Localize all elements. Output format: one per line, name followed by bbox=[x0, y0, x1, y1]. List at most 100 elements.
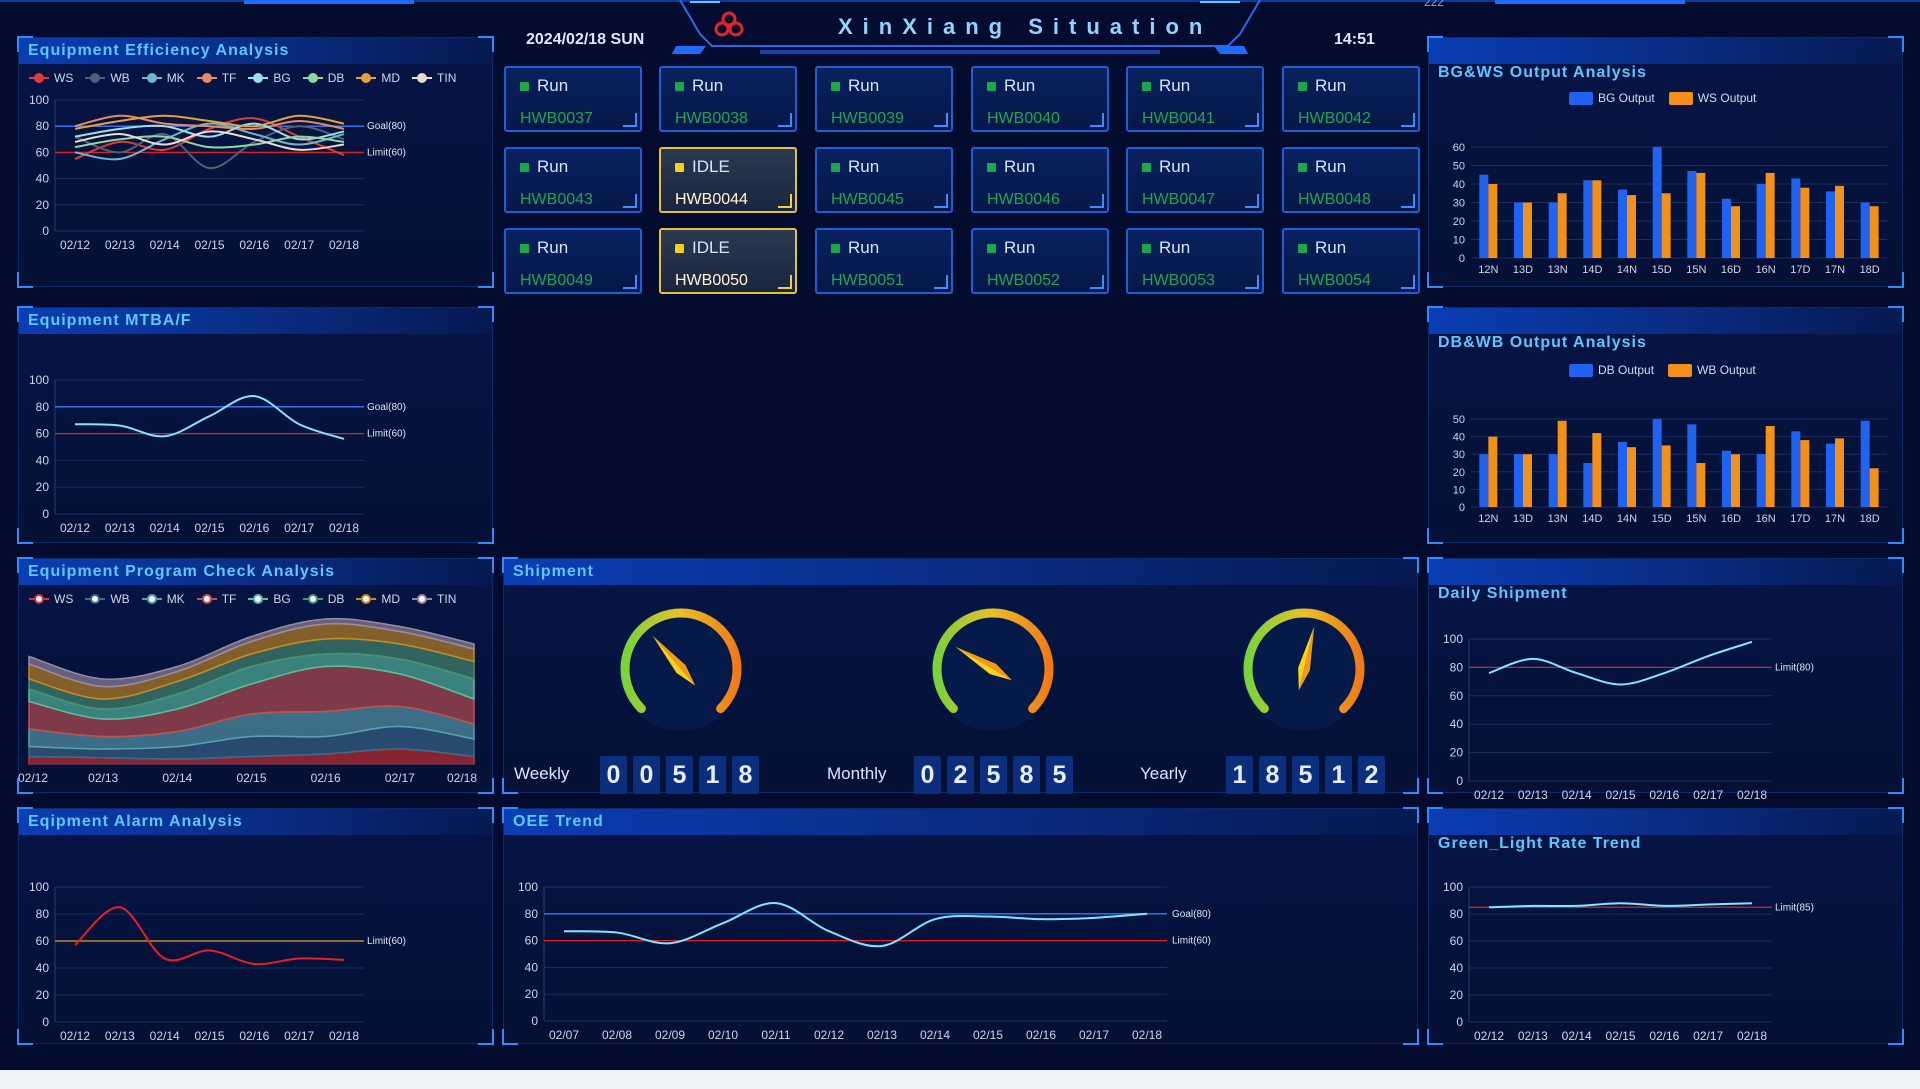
bar bbox=[1791, 178, 1801, 258]
alarm-panel: Eqipment Alarm Analysis 0 20 40 60 80 100 02/1… bbox=[17, 807, 494, 1045]
equipment-tile[interactable]: Run HWB0037 bbox=[504, 66, 642, 132]
equipment-tile[interactable]: IDLE HWB0050 bbox=[659, 228, 797, 294]
y-tick-label: 0 bbox=[531, 1014, 538, 1028]
weekly-label: Weekly bbox=[514, 764, 570, 783]
equipment-status: Run bbox=[1142, 157, 1190, 177]
status-indicator-icon bbox=[520, 243, 529, 253]
equipment-status-label: Run bbox=[1315, 157, 1347, 176]
equipment-status: Run bbox=[987, 157, 1035, 177]
axis-group: 0 20 40 60 80 100 02/12 02/13 02/14 02/15 02/16 02/… bbox=[29, 880, 364, 1043]
equipment-status: Run bbox=[520, 157, 568, 177]
bar bbox=[1835, 438, 1844, 507]
status-indicator-icon bbox=[675, 162, 684, 172]
counter-digit: 2 bbox=[947, 756, 974, 794]
green-light-panel: Green_Light Rate Trend 0 20 40 60 80 100 02/12… bbox=[1427, 807, 1904, 1045]
equipment-tile[interactable]: Run HWB0039 bbox=[815, 66, 953, 132]
equipment-tile[interactable]: Run HWB0054 bbox=[1282, 228, 1420, 294]
y-tick-label: 40 bbox=[525, 960, 539, 974]
y-tick-label: 0 bbox=[42, 507, 49, 521]
alarm-chart: 0 20 40 60 80 100 02/12 02/13 02/14 02/15 02/16 02/… bbox=[29, 880, 406, 1043]
corner-decoration bbox=[778, 194, 792, 208]
corner-decoration bbox=[1401, 194, 1415, 208]
efficiency-panel: Equipment Efficiency Analysis WS WB MK TF BG… bbox=[17, 36, 494, 288]
bar bbox=[1557, 193, 1567, 258]
bar bbox=[1722, 198, 1731, 258]
bar bbox=[1826, 191, 1835, 258]
counter-digit: 5 bbox=[666, 756, 693, 794]
corner-decoration bbox=[934, 113, 948, 127]
reference-line-label: Limit(60) bbox=[367, 147, 406, 158]
reference-line-label: Goal(80) bbox=[1172, 909, 1211, 920]
x-tick-label: 16N bbox=[1756, 264, 1776, 276]
equipment-status-label: Run bbox=[1004, 76, 1036, 95]
time-display: 14:51 bbox=[1334, 31, 1375, 48]
x-tick-label: 02/16 bbox=[1649, 788, 1679, 802]
bar bbox=[1860, 202, 1870, 258]
x-tick-label: 02/18 bbox=[1737, 788, 1767, 802]
counter-digit: 2 bbox=[1358, 756, 1385, 794]
x-tick-label: 02/14 bbox=[150, 521, 180, 535]
equipment-status: Run bbox=[1298, 238, 1346, 258]
corner-decoration bbox=[1245, 275, 1259, 289]
equipment-tile[interactable]: Run HWB0043 bbox=[504, 147, 642, 213]
x-tick-label: 02/15 bbox=[973, 1028, 1003, 1042]
x-tick-label: 02/16 bbox=[311, 771, 341, 785]
equipment-id: HWB0054 bbox=[1298, 272, 1371, 289]
monthly-counter: 02585 bbox=[914, 756, 1073, 794]
x-tick-label: 02/12 bbox=[60, 1029, 90, 1043]
dbwb-panel: DB&WB Output Analysis DB Output WB Output… bbox=[1427, 306, 1904, 544]
bar bbox=[1514, 202, 1523, 258]
counter-digit: 5 bbox=[1292, 756, 1319, 794]
status-indicator-icon bbox=[831, 162, 840, 172]
equipment-tile[interactable]: Run HWB0046 bbox=[971, 147, 1109, 213]
bar bbox=[1765, 426, 1775, 507]
equipment-status-label: IDLE bbox=[692, 238, 730, 257]
equipment-status: Run bbox=[520, 238, 568, 258]
x-tick-label: 02/18 bbox=[447, 771, 477, 785]
equipment-status-label: Run bbox=[692, 76, 724, 95]
equipment-tile[interactable]: Run HWB0042 bbox=[1282, 66, 1420, 132]
bar bbox=[1523, 202, 1532, 258]
reference-line-label: Goal(80) bbox=[367, 402, 406, 413]
x-tick-label: 02/13 bbox=[867, 1028, 897, 1042]
corner-decoration bbox=[623, 113, 637, 127]
equipment-tile[interactable]: Run HWB0053 bbox=[1126, 228, 1264, 294]
status-indicator-icon bbox=[831, 81, 840, 91]
green-light-chart: 0 20 40 60 80 100 02/12 02/13 02/14 02/15 02/16 02/… bbox=[1443, 880, 1814, 1043]
equipment-tile[interactable]: Run HWB0052 bbox=[971, 228, 1109, 294]
bar bbox=[1652, 147, 1662, 258]
counter-digit: 8 bbox=[1013, 756, 1040, 794]
x-tick-label: 02/18 bbox=[1737, 1029, 1767, 1043]
x-tick-label: 02/13 bbox=[105, 521, 135, 535]
x-tick-label: 16D bbox=[1721, 264, 1741, 276]
equipment-id: HWB0039 bbox=[831, 110, 904, 127]
bgws-panel: BG&WS Output Analysis BG Output WS Output… bbox=[1427, 36, 1904, 288]
y-tick-label: 20 bbox=[1453, 467, 1465, 479]
equipment-tile[interactable]: Run HWB0049 bbox=[504, 228, 642, 294]
equipment-status: IDLE bbox=[675, 157, 730, 177]
equipment-tile[interactable]: Run HWB0041 bbox=[1126, 66, 1264, 132]
equipment-tile[interactable]: IDLE HWB0044 bbox=[659, 147, 797, 213]
equipment-id: HWB0052 bbox=[987, 272, 1060, 289]
status-indicator-icon bbox=[520, 81, 529, 91]
bar bbox=[1756, 454, 1766, 507]
y-tick-label: 0 bbox=[1459, 253, 1465, 265]
equipment-tile[interactable]: Run HWB0045 bbox=[815, 147, 953, 213]
y-tick-label: 80 bbox=[36, 119, 50, 133]
x-tick-label: 02/15 bbox=[194, 521, 224, 535]
series-line bbox=[563, 902, 1148, 948]
equipment-id: HWB0050 bbox=[675, 272, 748, 289]
equipment-tile[interactable]: Run HWB0051 bbox=[815, 228, 953, 294]
equipment-tile[interactable]: Run HWB0047 bbox=[1126, 147, 1264, 213]
x-tick-label: 02/17 bbox=[385, 771, 415, 785]
equipment-tile[interactable]: Run HWB0038 bbox=[659, 66, 797, 132]
counter-digit: 0 bbox=[914, 756, 941, 794]
oee-panel: OEE Trend 0 20 40 60 80 100 02/07 02/08 02/09 02/… bbox=[502, 807, 1419, 1045]
equipment-status-label: Run bbox=[537, 238, 569, 257]
x-tick-label: 02/14 bbox=[162, 771, 192, 785]
x-tick-label: 02/15 bbox=[1605, 788, 1635, 802]
equipment-tile[interactable]: Run HWB0048 bbox=[1282, 147, 1420, 213]
y-tick-label: 80 bbox=[36, 400, 50, 414]
equipment-tile[interactable]: Run HWB0040 bbox=[971, 66, 1109, 132]
equipment-status-label: Run bbox=[1159, 238, 1191, 257]
